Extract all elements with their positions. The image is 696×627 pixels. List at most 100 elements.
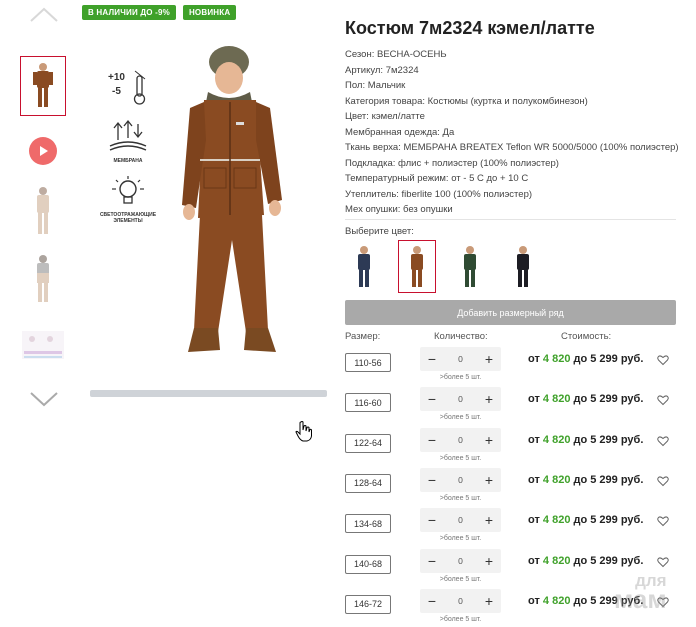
- membrane-feature: МЕМБРАНА: [100, 118, 156, 164]
- price-range: от 4 820 до 5 299 руб.: [528, 353, 643, 365]
- decrement-button[interactable]: −: [426, 352, 438, 366]
- price-to: до 5 299 руб.: [573, 353, 644, 365]
- quantity-value[interactable]: 0: [458, 556, 463, 566]
- thumbnail-pants[interactable]: [20, 250, 66, 310]
- availability-note: >более 5 шт.: [439, 615, 482, 623]
- color-swatches: [345, 240, 542, 293]
- thumbnail-back[interactable]: [20, 182, 66, 242]
- reflective-bulb-icon: [112, 176, 144, 204]
- spec-season: Сезон: ВЕСНА-ОСЕНЬ: [345, 49, 447, 60]
- quantity-value[interactable]: 0: [458, 596, 463, 606]
- increment-button[interactable]: +: [483, 594, 495, 608]
- increment-button[interactable]: +: [483, 554, 495, 568]
- size-row: 116-60 − 0 + >более 5 шт. от 4 820 до 5 299 р…: [345, 387, 676, 427]
- size-row: 122-64 − 0 + >более 5 шт. от 4 820 до 5 299 р…: [345, 427, 676, 468]
- watermark: для мам: [614, 572, 667, 613]
- decrement-button[interactable]: −: [426, 433, 438, 447]
- feature-icons: +10 -5 МЕМБРАНА СВЕТООТРАЖАЮЩИЕ ЭЛЕМЕНТЫ: [100, 68, 156, 234]
- size-option[interactable]: 146-72: [345, 594, 391, 614]
- quantity-value[interactable]: 0: [458, 515, 463, 525]
- size-option[interactable]: 140-68: [345, 554, 391, 574]
- quantity-value[interactable]: 0: [458, 475, 463, 485]
- favorite-heart-icon[interactable]: [657, 474, 669, 487]
- spec-color: Цвет: кэмел/латте: [345, 111, 425, 122]
- in-stock-badge: В НАЛИЧИИ ДО -9%: [82, 5, 176, 20]
- spec-gender: Пол: Мальчик: [345, 80, 406, 91]
- decrement-button[interactable]: −: [426, 554, 438, 568]
- membrane-icon: [109, 119, 147, 151]
- increment-button[interactable]: +: [483, 513, 495, 527]
- quantity-stepper: − 0 +: [420, 467, 501, 492]
- favorite-heart-icon[interactable]: [657, 393, 669, 406]
- decrement-button[interactable]: −: [426, 513, 438, 527]
- temperature-feature: +10 -5: [100, 68, 156, 108]
- quantity-stepper: − 0 +: [420, 427, 501, 452]
- decrement-button[interactable]: −: [426, 392, 438, 406]
- price-from-prefix: от: [528, 594, 540, 607]
- video-play-button[interactable]: [29, 137, 57, 165]
- price-to: до 5 299 руб.: [573, 473, 644, 486]
- size-option[interactable]: 110-56: [345, 353, 391, 372]
- price-to: до 5 299 руб.: [573, 514, 644, 527]
- color-swatch-black[interactable]: [504, 240, 542, 293]
- spec-membrane: Мембранная одежда: Да: [345, 126, 455, 138]
- price-range: от 4 820 до 5 299 руб.: [528, 474, 643, 486]
- increment-button[interactable]: +: [483, 473, 495, 487]
- spec-article: Артикул: 7м2324: [345, 64, 419, 76]
- favorite-heart-icon[interactable]: [657, 434, 669, 446]
- price-range: от 4 820 до 5 299 руб.: [528, 393, 643, 405]
- spec-outer-fabric: Ткань верха: МЕМБРАНА BREATEX Teflon WR …: [345, 142, 679, 153]
- size-option[interactable]: 122-64: [345, 433, 391, 453]
- decrement-button[interactable]: −: [426, 594, 438, 608]
- price-from-value: 4 820: [542, 594, 571, 607]
- decrement-button[interactable]: −: [426, 473, 438, 487]
- membrane-label: МЕМБРАНА: [113, 158, 143, 164]
- favorite-heart-icon[interactable]: [657, 514, 669, 527]
- quantity-value[interactable]: 0: [458, 394, 463, 404]
- main-product-image[interactable]: [160, 40, 310, 360]
- reflective-label: СВЕТООТРАЖАЮЩИЕ ЭЛЕМЕНТЫ: [99, 212, 157, 224]
- hand-cursor-icon: [295, 420, 313, 447]
- quantity-stepper: − 0 +: [420, 588, 501, 613]
- image-scrollbar[interactable]: [90, 390, 327, 397]
- size-option[interactable]: 128-64: [345, 473, 391, 493]
- thumbnail-up-arrow-icon[interactable]: [28, 6, 60, 24]
- availability-note: >более 5 шт.: [439, 494, 482, 502]
- size-option[interactable]: 116-60: [345, 393, 391, 413]
- add-size-range-button[interactable]: Добавить размерный ряд: [345, 300, 676, 325]
- favorite-heart-icon[interactable]: [657, 555, 669, 567]
- favorite-heart-icon[interactable]: [657, 353, 669, 366]
- size-row: 134-68 − 0 + >более 5 шт. от 4 820 до 5 299 р…: [345, 508, 676, 548]
- quantity-stepper: − 0 +: [420, 548, 501, 573]
- size-option[interactable]: 134-68: [345, 514, 391, 534]
- spec-temperature: Температурный режим: от - 5 С до + 10 С: [345, 173, 529, 184]
- size-column-header: Размер:: [345, 331, 381, 342]
- price-from-value: 4 820: [542, 514, 571, 527]
- color-swatch-camel[interactable]: [398, 240, 436, 293]
- thumbnail-down-arrow-icon[interactable]: [28, 390, 60, 408]
- color-swatch-green[interactable]: [451, 240, 489, 293]
- quantity-stepper: − 0 +: [420, 387, 501, 412]
- color-select-label: Выберите цвет:: [345, 226, 414, 237]
- increment-button[interactable]: +: [483, 392, 495, 406]
- size-row: 128-64 − 0 + >более 5 шт. от 4 820 до 5 299 р…: [345, 467, 676, 508]
- price-to: до 5 299 руб.: [573, 393, 644, 406]
- price-from-prefix: от: [528, 393, 540, 406]
- quantity-value[interactable]: 0: [458, 435, 463, 445]
- price-from-prefix: от: [528, 353, 540, 365]
- temperature-max-label: +10: [108, 72, 125, 83]
- reflective-feature: СВЕТООТРАЖАЮЩИЕ ЭЛЕМЕНТЫ: [100, 174, 156, 224]
- increment-button[interactable]: +: [483, 433, 495, 447]
- thumbnail-front[interactable]: [20, 56, 66, 116]
- spec-category: Категория товара: Костюмы (куртка и полу…: [345, 95, 588, 107]
- quantity-value[interactable]: 0: [458, 354, 463, 364]
- badges: В НАЛИЧИИ ДО -9% НОВИНКА: [82, 5, 237, 20]
- price-from-value: 4 820: [542, 554, 571, 567]
- increment-button[interactable]: +: [483, 352, 495, 366]
- color-swatch-navy[interactable]: [345, 240, 383, 293]
- divider: [345, 219, 676, 220]
- availability-note: >более 5 шт.: [439, 414, 482, 422]
- price-range: от 4 820 до 5 299 руб.: [528, 555, 643, 567]
- thumbnail-column: [18, 0, 70, 420]
- thumbnail-size-chart[interactable]: [20, 315, 66, 375]
